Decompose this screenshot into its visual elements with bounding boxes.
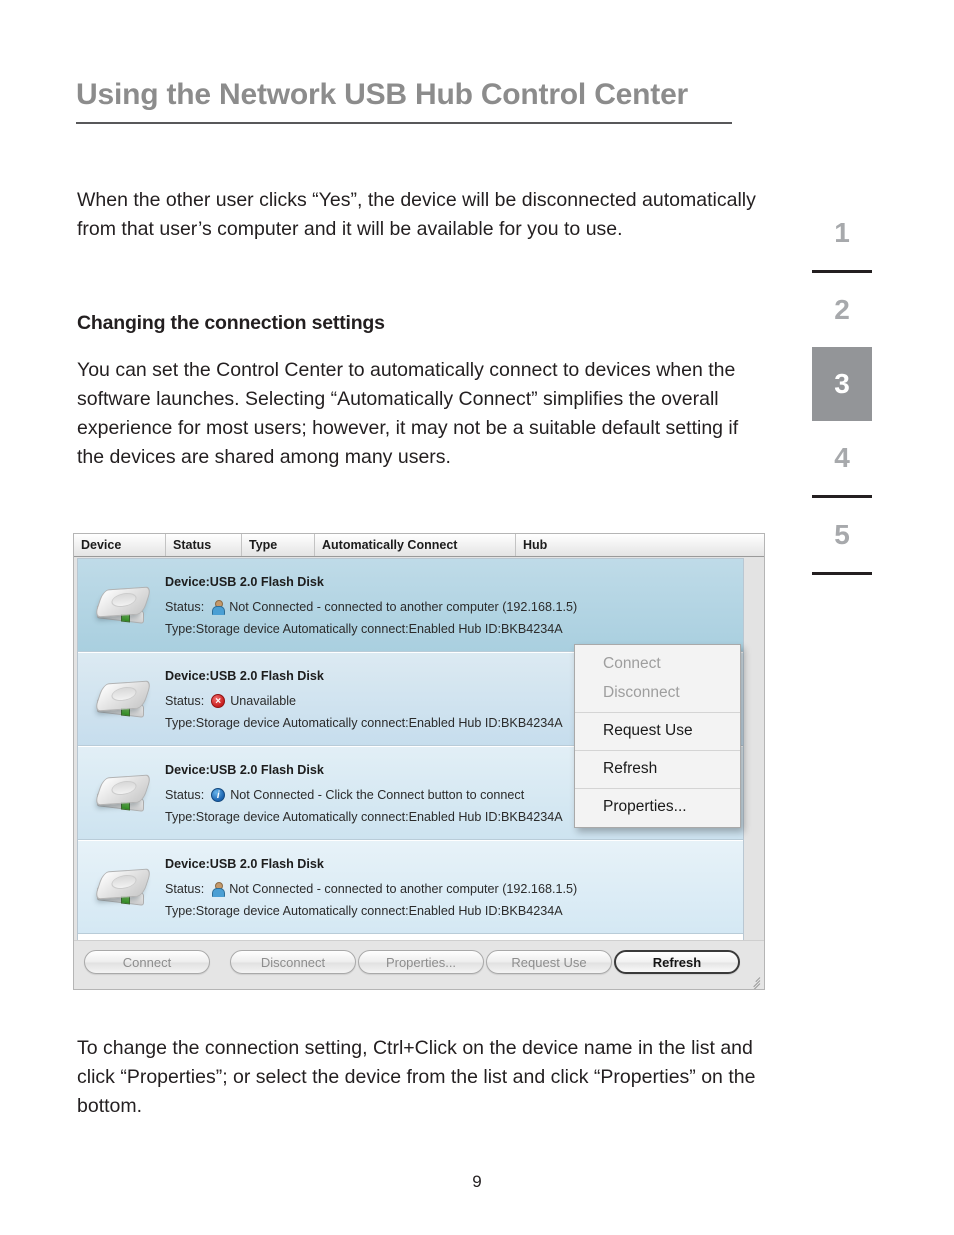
device-status: Status: Not Connected - connected to ano…	[165, 597, 577, 618]
menu-item-refresh[interactable]: Refresh	[575, 755, 740, 784]
menu-item-disconnect[interactable]: Disconnect	[575, 679, 740, 708]
title-divider	[76, 122, 732, 124]
chapter-tab-label: 1	[834, 217, 850, 248]
section-subheading: Changing the connection settings	[77, 312, 385, 334]
device-info: Device:USB 2.0 Flash Disk Status: i Not …	[165, 760, 563, 828]
chapter-tab-label: 4	[834, 442, 850, 473]
device-context-menu[interactable]: Connect Disconnect Request Use Refresh P…	[574, 644, 741, 828]
usb-drive-icon	[93, 772, 153, 816]
column-header-status[interactable]: Status	[166, 534, 242, 556]
usb-drive-icon	[93, 678, 153, 722]
status-text: Not Connected - connected to another com…	[229, 881, 578, 896]
page-number: 9	[472, 1172, 482, 1191]
status-text: Not Connected - Click the Connect button…	[230, 787, 525, 802]
column-header-device[interactable]: Device	[74, 534, 166, 556]
status-label: Status:	[165, 693, 205, 708]
info-icon: i	[211, 788, 226, 802]
page-title: Using the Network USB Hub Control Center	[76, 78, 689, 111]
device-name: Device:USB 2.0 Flash Disk	[165, 762, 324, 777]
device-name: Device:USB 2.0 Flash Disk	[165, 856, 324, 871]
chapter-tab-2[interactable]: 2	[812, 273, 872, 347]
footer-paragraph: To change the connection setting, Ctrl+C…	[77, 1037, 756, 1117]
status-label: Status:	[165, 599, 205, 614]
device-meta: Type:Storage device Automatically connec…	[165, 809, 563, 824]
device-name: Device:USB 2.0 Flash Disk	[165, 668, 324, 683]
chapter-tab-1[interactable]: 1	[812, 196, 872, 270]
device-status: Status: × Unavailable	[165, 691, 563, 712]
menu-item-connect[interactable]: Connect	[575, 650, 740, 679]
control-center-window: Device Status Type Automatically Connect…	[73, 533, 765, 990]
intro-paragraph: When the other user clicks “Yes”, the de…	[77, 189, 756, 240]
column-header-automatically-connect[interactable]: Automatically Connect	[315, 534, 516, 556]
device-info: Device:USB 2.0 Flash Disk Status: Not Co…	[165, 854, 577, 922]
device-name: Device:USB 2.0 Flash Disk	[165, 574, 324, 589]
person-icon	[211, 600, 226, 615]
device-info: Device:USB 2.0 Flash Disk Status: × Unav…	[165, 666, 563, 734]
column-header-type[interactable]: Type	[242, 534, 315, 556]
menu-item-request-use[interactable]: Request Use	[575, 717, 740, 746]
chapter-tab-label: 2	[834, 294, 850, 325]
menu-separator	[575, 750, 740, 751]
device-meta: Type:Storage device Automatically connec…	[165, 903, 563, 918]
device-info: Device:USB 2.0 Flash Disk Status: Not Co…	[165, 572, 577, 640]
request-use-button[interactable]: Request Use	[486, 950, 612, 974]
chapter-tab-3[interactable]: 3	[812, 347, 872, 421]
usb-drive-icon	[93, 584, 153, 628]
chapter-divider	[812, 572, 872, 575]
status-label: Status:	[165, 881, 205, 896]
body-paragraph: You can set the Control Center to automa…	[77, 359, 739, 468]
refresh-button[interactable]: Refresh	[614, 950, 740, 974]
device-list-header: Device Status Type Automatically Connect…	[74, 534, 764, 557]
person-icon	[211, 882, 226, 897]
table-row[interactable]: Device:USB 2.0 Flash Disk Status: Not Co…	[78, 841, 743, 935]
menu-separator	[575, 712, 740, 713]
chapter-tab-label: 3	[834, 368, 850, 399]
menu-item-properties[interactable]: Properties...	[575, 793, 740, 822]
error-icon: ×	[211, 694, 226, 708]
status-text: Not Connected - connected to another com…	[229, 599, 578, 614]
resize-grip[interactable]	[746, 972, 761, 989]
menu-separator	[575, 788, 740, 789]
table-row[interactable]: Device:USB 2.0 Flash Disk Status: Not Co…	[78, 559, 743, 653]
chapter-tab-5[interactable]: 5	[812, 498, 872, 572]
chapter-tab-label: 5	[834, 519, 850, 550]
device-meta: Type:Storage device Automatically connec…	[165, 621, 563, 636]
connect-button[interactable]: Connect	[84, 950, 210, 974]
chapter-tab-4[interactable]: 4	[812, 421, 872, 495]
usb-drive-icon	[93, 866, 153, 910]
device-status: Status: Not Connected - connected to ano…	[165, 879, 577, 900]
status-text: Unavailable	[230, 693, 297, 708]
device-meta: Type:Storage device Automatically connec…	[165, 715, 563, 730]
disconnect-button[interactable]: Disconnect	[230, 950, 356, 974]
chapter-tab-list: 1 2 3 4 5	[812, 196, 872, 575]
device-status: Status: i Not Connected - Click the Conn…	[165, 785, 563, 806]
properties-button[interactable]: Properties...	[358, 950, 484, 974]
window-button-bar: Connect Disconnect Properties... Request…	[74, 940, 764, 989]
column-header-hub[interactable]: Hub	[516, 534, 764, 556]
status-label: Status:	[165, 787, 205, 802]
